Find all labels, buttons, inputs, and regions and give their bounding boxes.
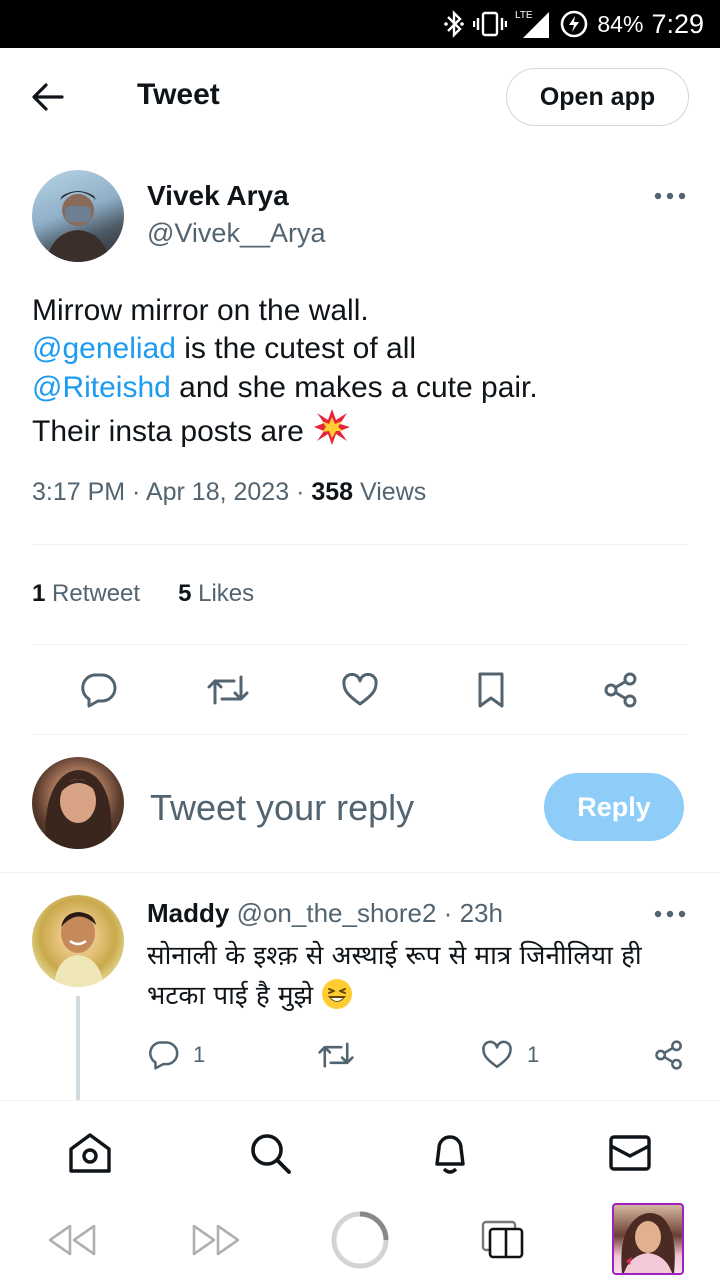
- laughing-emoji-icon: [321, 978, 353, 1010]
- like-icon: [482, 1040, 512, 1069]
- tweet-line: @geneliad is the cutest of all: [32, 330, 692, 368]
- messages-icon[interactable]: [606, 1129, 654, 1177]
- views-label: Views: [360, 478, 427, 506]
- mention-link[interactable]: @geneliad: [32, 332, 176, 365]
- reply-age[interactable]: 23h: [460, 898, 503, 928]
- profile-thumbnail[interactable]: [612, 1203, 684, 1275]
- reply-author-name[interactable]: Maddy: [147, 898, 229, 928]
- page-title: Tweet: [137, 78, 220, 111]
- reply-icon: [149, 1041, 179, 1070]
- reply-button[interactable]: Reply: [544, 773, 684, 841]
- tabs-icon[interactable]: [478, 1210, 528, 1270]
- back-arrow-icon[interactable]: [30, 80, 70, 116]
- tweet-line: Mirrow mirror on the wall.: [32, 294, 369, 327]
- bookmark-icon[interactable]: [469, 668, 513, 712]
- likes-count: 5: [178, 580, 192, 607]
- tweet-line-text: and she makes a cute pair.: [170, 370, 538, 404]
- author-name[interactable]: Vivek Arya: [147, 180, 289, 212]
- bluetooth-icon: [443, 10, 465, 38]
- divider: [32, 734, 688, 735]
- reply-share-action[interactable]: [654, 1038, 684, 1072]
- share-icon: [655, 1040, 682, 1070]
- clock: 7:29: [651, 8, 704, 39]
- tweet-meta: 3:17 PM · Apr 18, 2023 · 358 Views: [32, 478, 427, 506]
- loading-icon: [328, 1210, 392, 1270]
- reply-icon[interactable]: [76, 668, 120, 712]
- browser-toolbar: [0, 1200, 720, 1280]
- search-icon[interactable]: [246, 1129, 294, 1177]
- notifications-icon[interactable]: [426, 1129, 474, 1177]
- views-count: 358: [311, 478, 354, 506]
- tweet-date[interactable]: Apr 18, 2023: [146, 478, 289, 506]
- fast-forward-icon[interactable]: [188, 1210, 244, 1270]
- share-icon[interactable]: [599, 668, 643, 712]
- retweets-stat[interactable]: 1 Retweet: [32, 580, 140, 608]
- status-bar: LTE 84% 7:29: [0, 0, 720, 48]
- reply-text: सोनाली के इश्क़ से अस्थाई रूप से मात्र ज…: [147, 936, 687, 1016]
- tweet-time: 3:17 PM: [32, 478, 126, 506]
- reply-retweet-action[interactable]: [317, 1038, 355, 1072]
- tweet-stats: 1 Retweet 5 Likes: [32, 580, 254, 608]
- reply-text-body: सोनाली के इश्क़ से अस्थाई रूप से मात्र ज…: [147, 941, 642, 1011]
- reply-like-action[interactable]: 1: [481, 1038, 539, 1072]
- reply-actions: 1 1: [0, 1038, 720, 1072]
- top-bar: Tweet Open app: [0, 48, 720, 146]
- retweets-count: 1: [32, 580, 46, 607]
- divider: [0, 872, 720, 873]
- vibrate-icon: [473, 10, 508, 38]
- tweet-line-text: is the cutest of all: [175, 332, 417, 366]
- author-handle[interactable]: @Vivek__Arya: [147, 218, 326, 249]
- tweet-text: Mirrow mirror on the wall. @geneliad is …: [32, 292, 692, 451]
- open-app-button[interactable]: Open app: [506, 68, 689, 126]
- tweet-line: @Riteishd and she makes a cute pair.: [32, 369, 692, 407]
- reply-reply-action[interactable]: 1: [147, 1038, 205, 1072]
- signal-icon: LTE: [515, 8, 551, 40]
- reply-author-avatar[interactable]: [32, 895, 124, 987]
- user-avatar[interactable]: [32, 757, 124, 849]
- likes-label: Likes: [198, 580, 255, 607]
- tweet-line-text: Their insta posts are: [32, 414, 313, 448]
- retweets-label: Retweet: [52, 580, 141, 607]
- divider: [32, 544, 688, 545]
- likes-stat[interactable]: 5 Likes: [178, 580, 254, 608]
- svg-text:LTE: LTE: [515, 10, 533, 21]
- tweet-line: Their insta posts are: [32, 407, 692, 451]
- collision-emoji-icon: [312, 407, 352, 447]
- reply-header: Maddy @on_the_shore2 · 23h: [147, 898, 503, 928]
- home-icon[interactable]: [66, 1129, 114, 1177]
- battery-saver-icon: [559, 9, 589, 39]
- reply-input[interactable]: [150, 782, 520, 834]
- more-icon[interactable]: [652, 186, 688, 206]
- rewind-icon[interactable]: [44, 1210, 100, 1270]
- author-avatar[interactable]: [32, 170, 124, 262]
- tweet-actions: [0, 668, 720, 712]
- more-icon[interactable]: [652, 904, 688, 924]
- mention-link[interactable]: @Riteishd: [32, 371, 171, 404]
- reply-reply-count: 1: [193, 1042, 206, 1067]
- retweet-icon: [318, 1042, 354, 1068]
- like-icon[interactable]: [338, 668, 382, 712]
- retweet-icon[interactable]: [206, 668, 250, 712]
- divider: [32, 644, 688, 645]
- bottom-nav: [0, 1100, 720, 1200]
- reply-author-handle[interactable]: @on_the_shore2: [237, 898, 437, 928]
- battery-level: 84%: [597, 10, 644, 37]
- reply-like-count: 1: [527, 1042, 540, 1067]
